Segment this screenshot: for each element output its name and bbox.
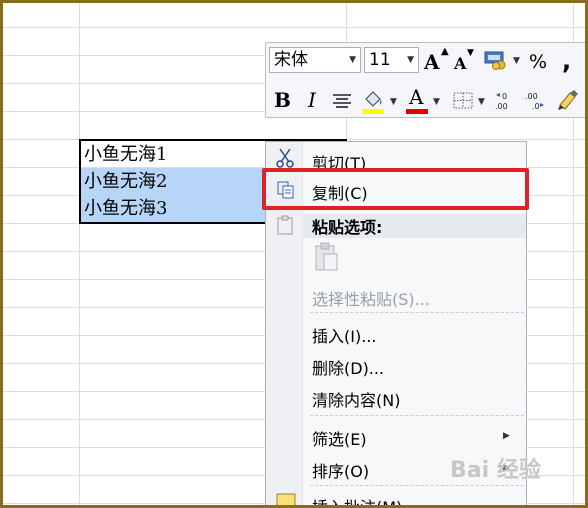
svg-text:.00: .00 [495,102,508,111]
bold-button[interactable]: B [274,88,291,112]
format-painter-icon[interactable] [556,89,580,111]
menu-item-sort[interactable]: 排序(O) [312,458,369,482]
grid-row-line [0,27,588,28]
increase-decimal-icon[interactable]: 0.00 [494,91,518,111]
font-size-combo[interactable]: 11 ▼ [364,47,419,73]
shrink-arrow-icon: ▼ [467,48,474,58]
menu-item-delete[interactable]: 删除(D)... [312,355,384,379]
decrease-decimal-icon[interactable]: .00.0 [524,91,548,111]
percent-button[interactable]: % [529,51,547,73]
submenu-arrow-icon: ▶ [503,431,510,441]
menu-separator [310,415,524,416]
font-size-value: 11 [369,50,391,70]
menu-header-paste-options: 粘贴选项: [312,218,383,237]
scissors-icon [276,148,294,168]
accounting-format-icon[interactable] [484,50,510,70]
chevron-down-icon[interactable]: ▼ [407,48,414,72]
svg-text:.00: .00 [525,92,538,101]
mini-toolbar: 宋体 ▼ 11 ▼ A ▲ A ▼ ▼ % , B I ▼ A ▼ ▼ 0 .0… [265,42,588,118]
italic-button[interactable]: I [308,88,316,112]
menu-item-insert[interactable]: 插入(I)... [312,323,376,347]
grow-arrow-icon: ▲ [441,46,449,57]
comment-icon [276,492,296,508]
font-name-combo[interactable]: 宋体 ▼ [269,47,361,73]
excel-screenshot: 小鱼无海1 小鱼无海2 小鱼无海3 宋体 ▼ 11 ▼ A ▲ A ▼ ▼ % … [0,0,588,508]
chevron-down-icon[interactable]: ▼ [433,97,440,107]
comma-style-button[interactable]: , [562,47,571,75]
baidu-watermark: Bai 经验 [450,458,541,483]
font-color-button[interactable]: A [409,85,423,109]
menu-item-insert-comment[interactable]: 插入批注(M) [312,494,402,508]
chevron-down-icon[interactable]: ▼ [390,97,397,107]
shrink-font-button[interactable]: A [454,54,466,73]
svg-text:.0: .0 [532,102,540,111]
font-name-value: 宋体 [274,50,308,70]
menu-separator [310,312,524,313]
fill-color-icon[interactable] [361,87,385,115]
copy-highlight-annotation [262,168,529,210]
grid-col-line [79,0,80,508]
font-color-swatch [406,109,428,114]
align-center-icon[interactable] [332,93,352,109]
paste-icon [276,215,294,235]
menu-item-clear-contents[interactable]: 清除内容(N) [312,387,400,411]
chevron-down-icon[interactable]: ▼ [349,48,356,72]
menu-item-paste-special[interactable]: 选择性粘贴(S)... [312,286,430,310]
borders-icon[interactable] [453,92,473,110]
menu-item-filter[interactable]: 筛选(E) [312,426,367,450]
menu-separator [310,485,524,486]
chevron-down-icon[interactable]: ▼ [513,56,520,66]
clipboard-paste-icon[interactable] [312,242,340,272]
chevron-down-icon[interactable]: ▼ [478,97,485,107]
svg-text:0: 0 [502,92,507,101]
grow-font-button[interactable]: A [424,50,440,74]
